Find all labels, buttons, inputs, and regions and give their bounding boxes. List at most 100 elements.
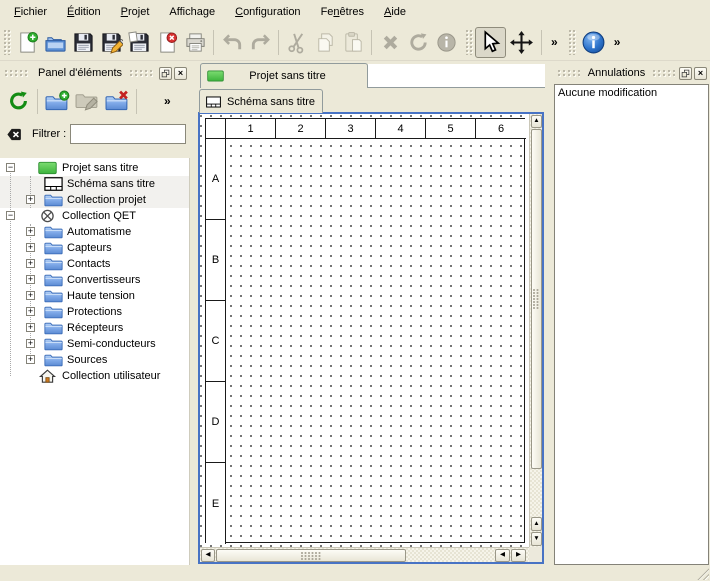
tree-item-automatisme[interactable]: +Automatisme (0, 224, 189, 240)
menu-aide[interactable]: Aide (376, 3, 414, 21)
scroll-grip (533, 289, 540, 309)
delete-button[interactable] (376, 28, 404, 56)
info-gray-icon (435, 31, 458, 54)
close-document-button[interactable] (153, 28, 181, 56)
expand-icon[interactable]: + (26, 275, 35, 284)
expand-icon[interactable]: + (26, 307, 35, 316)
toolbar-drag-handle[interactable] (569, 30, 576, 55)
diagram-sheet: 123456ABCDE (205, 118, 525, 543)
cut-button[interactable] (283, 28, 311, 56)
vertical-scroll-thumb[interactable] (531, 129, 542, 469)
filter-clear-button[interactable] (4, 126, 25, 143)
schema-icon (44, 177, 63, 191)
home-icon (38, 369, 57, 383)
horizontal-scrollbar[interactable]: ◀ ◀ ▶ (200, 547, 529, 562)
tree-rows: −Projet sans titreSchéma sans titre+Coll… (0, 160, 189, 384)
tree-item-semi-conducteurs[interactable]: +Semi-conducteurs (0, 336, 189, 352)
tree-item-contacts[interactable]: + Contacts (0, 256, 189, 272)
expand-icon[interactable]: + (26, 243, 35, 252)
expand-icon[interactable]: + (26, 259, 35, 268)
new-document-button[interactable] (13, 28, 41, 56)
scroll-right-button[interactable]: ▶ (511, 549, 526, 562)
tree-item-label: Contacts (67, 258, 110, 270)
info-gray-button[interactable] (432, 28, 460, 56)
menu-configuration[interactable]: Configuration (227, 3, 308, 21)
refresh-button[interactable] (3, 85, 33, 117)
schematic-canvas[interactable]: 123456ABCDE (200, 114, 529, 547)
tree-item-haute-tension[interactable]: +Haute tension (0, 288, 189, 304)
expand-icon[interactable]: + (26, 195, 35, 204)
tree-item-schema-sans-titre[interactable]: Schéma sans titre (0, 176, 189, 192)
toolbar-drag-handle[interactable] (466, 30, 473, 55)
collapse-icon[interactable]: − (6, 211, 15, 220)
cut-icon (286, 31, 309, 54)
tree-item-recepteurs[interactable]: +Récepteurs (0, 320, 189, 336)
filter-input[interactable] (70, 124, 186, 144)
tree-item-collection-utilisateur[interactable]: Collection utilisateur (0, 368, 189, 384)
save-icon (72, 31, 95, 54)
folder-edit-button[interactable] (72, 85, 102, 117)
scroll-left-button[interactable]: ◀ (201, 549, 215, 562)
tree-item-capteurs[interactable]: +Capteurs (0, 240, 189, 256)
collapse-icon[interactable]: − (6, 163, 15, 172)
menu-fenetres[interactable]: Fenêtres (313, 3, 372, 21)
tree-item-sources[interactable]: +Sources (0, 352, 189, 368)
folder-delete-button[interactable] (102, 85, 132, 117)
titlebar-texture (653, 70, 675, 77)
menu-edition[interactable]: Édition (59, 3, 109, 21)
print-button[interactable] (181, 28, 209, 56)
project-icon (38, 161, 57, 175)
toolbar-overflow-button[interactable]: » (609, 35, 626, 49)
menu-fichier[interactable]: Fichier (6, 3, 55, 21)
folder-icon (44, 305, 63, 319)
cursor-button[interactable] (475, 27, 506, 58)
expand-icon[interactable]: + (26, 323, 35, 332)
expand-icon[interactable]: + (26, 291, 35, 300)
schema-tab[interactable]: Schéma sans titre (199, 89, 323, 113)
rotate-button[interactable] (404, 28, 432, 56)
tree-item-projet-sans-titre[interactable]: −Projet sans titre (0, 160, 189, 176)
dock-float-button[interactable] (679, 67, 692, 80)
scroll-up-button[interactable]: ▲ (531, 115, 542, 128)
open-document-button[interactable] (41, 28, 69, 56)
filter-clear-icon (4, 126, 25, 143)
menu-affichage[interactable]: Affichage (161, 3, 223, 21)
toolbar-overflow-button[interactable]: » (546, 35, 563, 49)
redo-button[interactable] (246, 28, 274, 56)
project-icon (207, 70, 224, 82)
cursor-icon (478, 30, 503, 55)
scroll-up-button[interactable]: ▲ (531, 517, 542, 531)
scroll-left-button[interactable]: ◀ (495, 549, 510, 562)
undo-list-item[interactable]: Aucune modification (555, 85, 708, 101)
info-blue-button[interactable] (578, 27, 609, 58)
dock-close-button[interactable]: × (694, 67, 707, 80)
undo-button[interactable] (218, 28, 246, 56)
horizontal-scroll-thumb[interactable] (216, 549, 406, 562)
paste-button[interactable] (339, 28, 367, 56)
expand-icon[interactable]: + (26, 355, 35, 364)
toolbar-drag-handle[interactable] (4, 30, 11, 55)
move-button[interactable] (506, 27, 537, 58)
save-button[interactable] (69, 28, 97, 56)
diagram-view-frame: 123456ABCDE ▲ ▲ ▼ ◀ ◀ ▶ (198, 112, 544, 564)
expand-icon[interactable]: + (26, 339, 35, 348)
folder-icon (44, 337, 63, 351)
folder-new-button[interactable] (42, 85, 72, 117)
resize-grip-icon[interactable] (696, 567, 709, 580)
expand-icon[interactable]: + (26, 227, 35, 236)
copy-button[interactable] (311, 28, 339, 56)
save-as-button[interactable] (97, 28, 125, 56)
tree-item-collection-projet[interactable]: +Collection projet (0, 192, 189, 208)
dock-float-button[interactable] (159, 67, 172, 80)
save-all-button[interactable] (125, 28, 153, 56)
panel-overflow-button[interactable]: » (159, 94, 176, 108)
tree-item-collection-qet[interactable]: −Collection QET (0, 208, 189, 224)
tree-item-convertisseurs[interactable]: +Convertisseurs (0, 272, 189, 288)
project-tab[interactable]: Projet sans titre (200, 63, 368, 88)
scroll-down-button[interactable]: ▼ (531, 532, 542, 546)
menu-projet[interactable]: Projet (113, 3, 158, 21)
toolbar-file (13, 28, 460, 56)
tree-item-protections[interactable]: +Protections (0, 304, 189, 320)
dock-close-button[interactable]: × (174, 67, 187, 80)
vertical-scrollbar[interactable]: ▲ ▲ ▼ (529, 114, 542, 547)
